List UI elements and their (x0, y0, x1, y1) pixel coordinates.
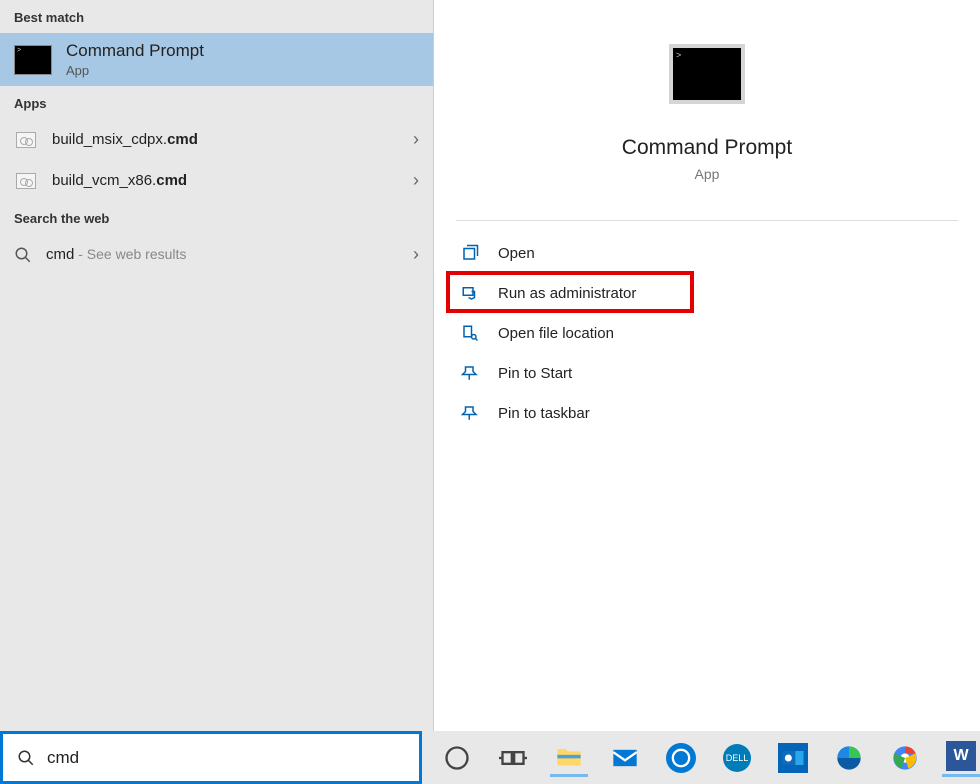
web-result-item[interactable]: cmd - See web results › (0, 234, 433, 275)
search-input[interactable] (47, 748, 405, 768)
action-run-as-administrator[interactable]: Run as administrator (456, 273, 958, 313)
file-explorer-icon[interactable] (550, 739, 588, 777)
best-match-header: Best match (0, 0, 433, 33)
divider (456, 220, 958, 221)
best-match-item[interactable]: Command Prompt App (0, 33, 433, 86)
action-open[interactable]: Open (456, 233, 958, 273)
search-icon (14, 246, 32, 264)
action-pin-to-start[interactable]: Pin to Start (456, 353, 958, 393)
chevron-right-icon: › (413, 244, 419, 265)
search-icon (17, 749, 35, 767)
best-match-subtitle: App (66, 63, 204, 78)
taskbar: DELL W (422, 731, 980, 784)
action-open-file-location[interactable]: Open file location (456, 313, 958, 353)
word-icon[interactable]: W (942, 739, 980, 777)
action-pin-to-taskbar[interactable]: Pin to taskbar (456, 393, 958, 433)
cortana-icon[interactable] (438, 739, 476, 777)
open-icon (460, 243, 480, 263)
folder-location-icon (460, 323, 480, 343)
web-header: Search the web (0, 201, 433, 234)
pin-icon (460, 363, 480, 383)
admin-shield-icon (460, 283, 480, 303)
app-result-label: build_vcm_x86.cmd (52, 172, 399, 189)
web-result-label: cmd - See web results (46, 246, 399, 263)
pin-icon (460, 403, 480, 423)
app-result-item[interactable]: build_msix_cdpx.cmd › (0, 119, 433, 160)
cmd-file-icon (14, 130, 38, 150)
mail-icon[interactable] (606, 739, 644, 777)
detail-panel: Command Prompt App Open Run as administr… (434, 0, 980, 731)
chevron-right-icon: › (413, 129, 419, 150)
edge-icon[interactable] (830, 739, 868, 777)
dell-icon[interactable]: DELL (718, 739, 756, 777)
app-result-label: build_msix_cdpx.cmd (52, 131, 399, 148)
outlook-icon[interactable] (774, 739, 812, 777)
app-result-item[interactable]: build_vcm_x86.cmd › (0, 160, 433, 201)
command-prompt-thumb-icon (14, 45, 52, 75)
task-view-icon[interactable] (494, 739, 532, 777)
command-prompt-large-icon (669, 44, 745, 104)
best-match-title: Command Prompt (66, 41, 204, 61)
chevron-right-icon: › (413, 170, 419, 191)
chrome-icon[interactable] (886, 739, 924, 777)
detail-subtitle: App (695, 166, 720, 182)
blue-app-icon[interactable] (662, 739, 700, 777)
detail-title: Command Prompt (622, 136, 792, 160)
apps-header: Apps (0, 86, 433, 119)
search-box[interactable] (0, 731, 422, 784)
cmd-file-icon (14, 171, 38, 191)
search-results-panel: Best match Command Prompt App Apps build… (0, 0, 434, 731)
